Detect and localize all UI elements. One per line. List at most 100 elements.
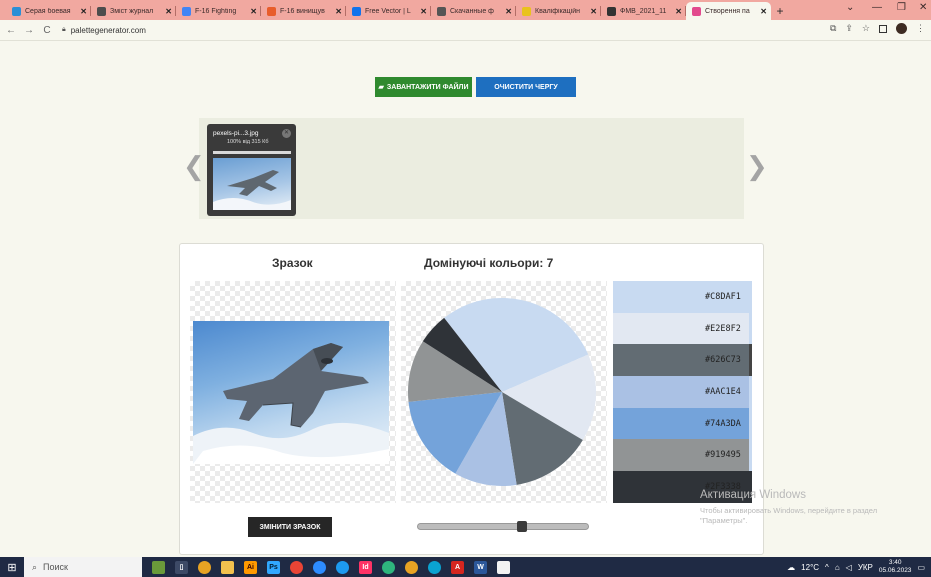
close-tab-icon[interactable]: ✕: [420, 7, 427, 16]
clear-queue-button[interactable]: ОЧИСТИТИ ЧЕРГУ: [476, 77, 576, 97]
messenger-icon[interactable]: [336, 560, 349, 574]
weather-icon: ☁: [787, 562, 796, 572]
windows-start-icon[interactable]: ⊞: [0, 557, 24, 577]
palette-swatch[interactable]: #626C73: [613, 344, 752, 377]
volume-icon[interactable]: ◁: [846, 563, 852, 572]
photoshop-icon[interactable]: Ps: [267, 560, 280, 574]
weather-widget-icon[interactable]: [152, 560, 165, 574]
close-tab-icon[interactable]: ✕: [165, 7, 172, 16]
close-tab-icon[interactable]: ✕: [250, 7, 257, 16]
edge-icon[interactable]: [428, 560, 441, 574]
browser-tab[interactable]: Зміст журнал ✕: [91, 2, 176, 20]
change-sample-button[interactable]: ЗМІНИТИ ЗРАЗОК: [248, 517, 332, 537]
side-panel-icon[interactable]: [879, 24, 887, 33]
browser-tab[interactable]: Free Vector | L ✕: [346, 2, 431, 20]
url-field[interactable]: 🔒︎ palettegenerator.com: [62, 23, 862, 38]
tab-search-icon[interactable]: ⌄: [846, 2, 854, 13]
swatch-edge: [749, 407, 752, 440]
translate-icon[interactable]: ⧉: [830, 23, 836, 34]
tab-title: Створення па: [705, 7, 750, 15]
close-tab-icon[interactable]: ✕: [675, 7, 682, 16]
notifications-icon[interactable]: ▭: [917, 563, 925, 572]
tab-title: F-16 Fighting: [195, 7, 237, 15]
palette-swatch[interactable]: #74A3DA: [613, 407, 752, 440]
pie-chart-area: [401, 281, 607, 503]
swatch-hex-label: #74A3DA: [705, 418, 741, 429]
tab-title: Free Vector | L: [365, 7, 411, 15]
palette-swatch[interactable]: #C8DAF1: [613, 281, 752, 313]
new-tab-button[interactable]: +: [771, 2, 789, 20]
palette-swatch[interactable]: #AAC1E4: [613, 376, 752, 408]
square-icon: [522, 6, 531, 16]
task-view-icon[interactable]: ▯: [175, 560, 188, 574]
folder-icon: ▰: [378, 84, 384, 91]
windows-taskbar: ⊞ ⌕ Поиск ▯ Ai Ps Id A W ☁ 12°C ^ ⌂ ◁ УК…: [0, 557, 931, 577]
telegram-icon[interactable]: [313, 560, 326, 574]
forward-icon[interactable]: →: [22, 25, 36, 36]
swatch-hex-label: #626C73: [705, 355, 741, 366]
sample-image: [193, 321, 389, 464]
tab-title: ФМВ_2021_11: [620, 7, 667, 15]
address-bar: ← → C 🔒︎ palettegenerator.com ⧉ ⇪ ☆ ⋮: [0, 20, 931, 41]
sample-heading: Зразок: [272, 256, 313, 270]
color-count-slider[interactable]: [417, 521, 589, 532]
chrome-icon[interactable]: [198, 560, 211, 574]
slider-track[interactable]: [417, 523, 589, 530]
minimize-button[interactable]: —: [872, 2, 882, 13]
app-icon[interactable]: [290, 560, 303, 574]
browser-tab[interactable]: ФМВ_2021_11 ✕: [601, 2, 686, 20]
clock[interactable]: 3:40 05.06.2023: [879, 559, 912, 575]
dominant-colors-pie: [408, 298, 596, 486]
palette-swatches: #C8DAF1 #E2E8F2 #626C73 #AAC1E4 #74A3DA #9194…: [613, 281, 752, 503]
url-text: palettegenerator.com: [70, 25, 146, 35]
network-icon[interactable]: ⌂: [835, 563, 840, 572]
freepik-icon: [352, 6, 361, 16]
notes-icon[interactable]: [497, 560, 510, 574]
app-icon[interactable]: [382, 560, 395, 574]
acrobat-icon[interactable]: A: [451, 560, 464, 574]
browser-tab[interactable]: Кваліфікаційн ✕: [516, 2, 601, 20]
tab-title: F-16 винищув: [280, 7, 325, 15]
upload-files-button[interactable]: ▰ ЗАВАНТАЖИТИ ФАЙЛИ: [375, 77, 472, 97]
browser-tab[interactable]: F-16 винищув ✕: [261, 2, 346, 20]
share-icon[interactable]: ⇪: [845, 23, 853, 34]
back-icon[interactable]: ←: [4, 25, 18, 36]
queue-prev-arrow-icon[interactable]: ❮: [183, 152, 205, 182]
browser-tab[interactable]: Створення па ✕: [686, 2, 771, 20]
file-explorer-icon[interactable]: [221, 560, 234, 574]
close-tab-icon[interactable]: ✕: [80, 7, 87, 16]
lock-icon: 🔒︎: [62, 26, 66, 33]
swatch-hex-label: #E2E8F2: [705, 323, 741, 334]
reload-icon[interactable]: C: [40, 25, 54, 36]
profile-avatar[interactable]: [896, 23, 907, 34]
close-window-button[interactable]: ✕: [919, 2, 927, 13]
tray-chevron-icon[interactable]: ^: [825, 563, 829, 572]
search-icon: ⌕: [32, 561, 38, 572]
queue-file-name: pexels-pi...3.jpg: [213, 130, 259, 137]
close-tab-icon[interactable]: ✕: [590, 7, 597, 16]
queue-item[interactable]: pexels-pi...3.jpg 100% від 315 Кб ✕: [207, 124, 296, 216]
taskbar-search[interactable]: ⌕ Поиск: [24, 557, 142, 577]
palette-swatch[interactable]: #E2E8F2: [613, 312, 752, 345]
bookmark-star-icon[interactable]: ☆: [862, 23, 870, 34]
queue-next-arrow-icon[interactable]: ❯: [746, 152, 768, 182]
illustrator-icon[interactable]: Ai: [244, 560, 257, 574]
swatch-edge: [749, 312, 752, 345]
word-icon[interactable]: W: [474, 560, 487, 574]
palette-swatch[interactable]: #919495: [613, 439, 752, 472]
google-icon: [182, 6, 191, 16]
close-tab-icon[interactable]: ✕: [505, 7, 512, 16]
browser-tab[interactable]: Скачанные ф ✕: [431, 2, 516, 20]
browser-tab[interactable]: F-16 Fighting ✕: [176, 2, 261, 20]
menu-dots-icon[interactable]: ⋮: [916, 23, 925, 34]
close-tab-icon[interactable]: ✕: [760, 7, 767, 16]
close-tab-icon[interactable]: ✕: [335, 7, 342, 16]
globe-icon: [97, 6, 106, 16]
indesign-icon[interactable]: Id: [359, 560, 372, 574]
slider-handle[interactable]: [517, 521, 528, 532]
remove-file-icon[interactable]: ✕: [282, 129, 291, 138]
chrome-icon[interactable]: [405, 560, 418, 574]
browser-tab[interactable]: Серая боевая ✕: [6, 2, 91, 20]
maximize-button[interactable]: ❐: [897, 2, 906, 13]
swatch-edge: [749, 344, 752, 377]
